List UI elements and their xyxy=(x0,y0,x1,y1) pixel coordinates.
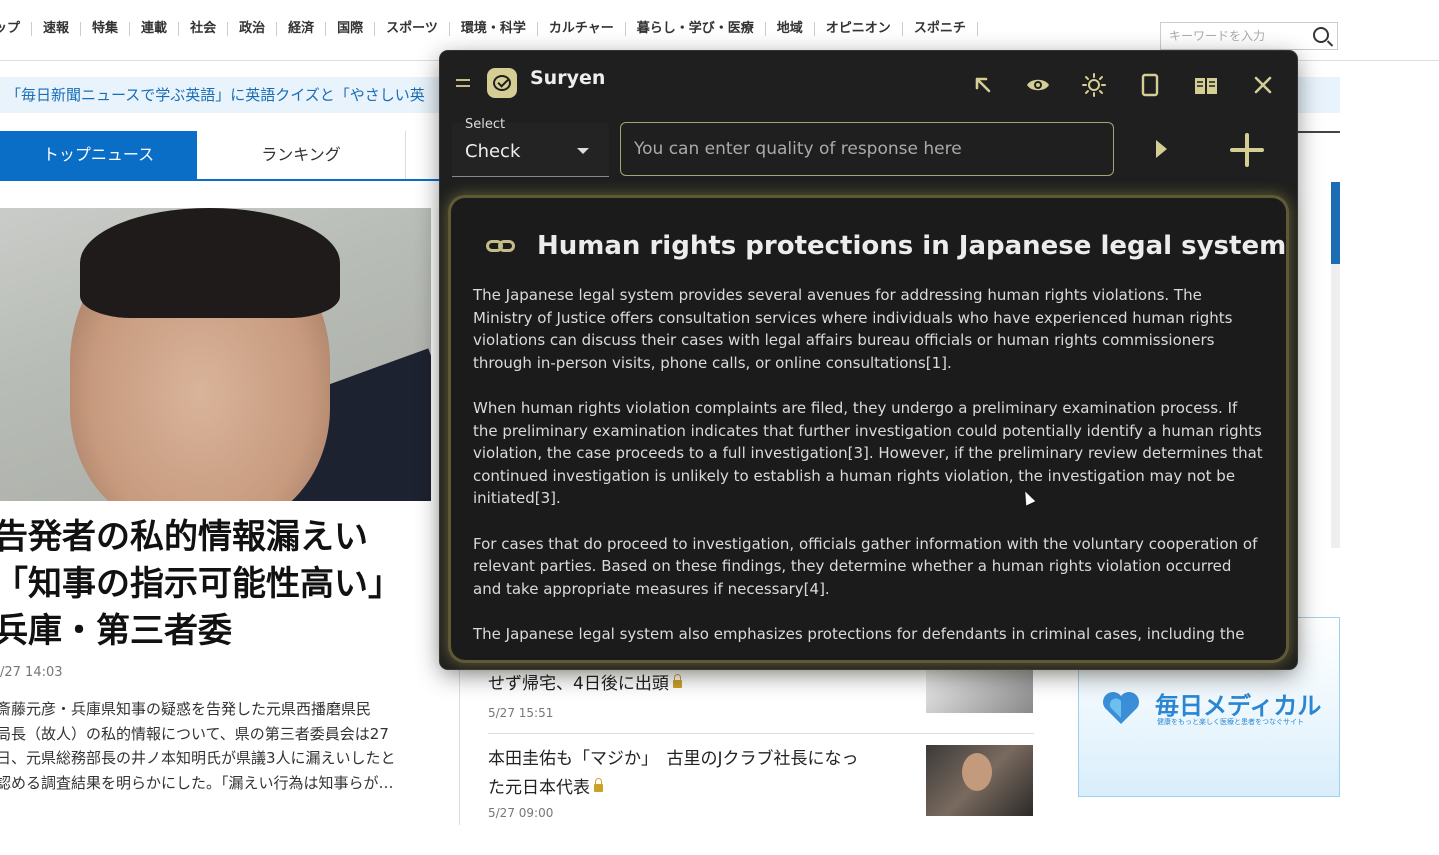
link-icon[interactable] xyxy=(486,238,516,254)
headline-timestamp: /27 14:03 xyxy=(0,665,63,680)
lock-icon xyxy=(594,778,603,792)
eye-icon[interactable] xyxy=(1026,73,1050,97)
mode-select[interactable]: Select Check xyxy=(452,117,609,177)
search-icon[interactable] xyxy=(1313,27,1329,43)
news-item-title: た元日本代表 xyxy=(488,778,590,798)
headline-lead: 斎藤元彦・兵庫県知事の疑惑を告発した元県西播磨県民 局長（故人）の私的情報につい… xyxy=(0,697,436,795)
nav-item[interactable]: 環境・科学 xyxy=(450,22,538,36)
ad-brand: 毎日メディカル xyxy=(1155,692,1322,720)
result-title: Human rights protections in Japanese leg… xyxy=(537,231,1286,261)
tab-top-news[interactable]: トップニュース xyxy=(0,131,197,179)
news-list-item[interactable]: せず帰宅、4日後に出頭 5/27 15:51 xyxy=(488,670,682,721)
heart-logo-icon xyxy=(1103,692,1139,724)
nav-item[interactable]: カルチャー xyxy=(538,22,626,36)
phone-icon[interactable] xyxy=(1138,73,1162,97)
nav-item[interactable]: 特集 xyxy=(81,22,131,36)
plus-icon[interactable] xyxy=(1230,133,1264,167)
caret-down-icon xyxy=(577,148,589,154)
lead-line: 認める調査結果を明らかにした。「漏えい行為は知事らが… xyxy=(0,773,394,792)
mode-select-label: Select xyxy=(465,117,506,132)
site-search-placeholder: キーワードを入力 xyxy=(1169,29,1266,43)
ad-tagline: 健康をもっと楽しく医療と患者をつなぐサイト xyxy=(1157,718,1304,726)
nav-item[interactable]: 暮らし・学び・医療 xyxy=(626,22,766,36)
book-icon[interactable] xyxy=(1194,73,1218,97)
headline-photo[interactable] xyxy=(0,208,431,501)
quality-input[interactable] xyxy=(620,122,1114,176)
lead-line: 日、元県総務部長の井ノ本知明氏が県議3人に漏えいしたと xyxy=(0,749,396,767)
nav-item[interactable]: 速報 xyxy=(32,22,82,36)
result-paragraph: The Japanese legal system provides sever… xyxy=(473,286,1233,372)
site-search-input[interactable]: キーワードを入力 xyxy=(1160,22,1338,50)
suryen-titlebar[interactable]: Suryen xyxy=(440,51,1297,113)
hamburger-icon[interactable] xyxy=(456,79,470,87)
news-list-item[interactable]: 本田圭佑も「マジか」 古里のJクラブ社長になっ た元日本代表 5/27 09:0… xyxy=(488,745,859,821)
nav-item[interactable]: 連載 xyxy=(130,22,180,36)
result-paragraph: When human rights violation complaints a… xyxy=(473,398,1263,508)
news-thumbnail[interactable] xyxy=(926,745,1033,816)
news-item-title: せず帰宅、4日後に出頭 xyxy=(488,674,669,694)
nav-item[interactable]: 地域 xyxy=(766,22,815,36)
lock-icon xyxy=(672,674,682,688)
tab-ranking[interactable]: ランキング xyxy=(197,131,406,179)
result-paragraph: For cases that do proceed to investigati… xyxy=(473,534,1258,598)
result-card: Human rights protections in Japanese leg… xyxy=(451,198,1286,660)
headline-line: 兵庫・第三者委 xyxy=(0,611,232,651)
nav-item[interactable]: 国際 xyxy=(326,22,376,36)
lead-line: 局長（故人）の私的情報について、県の第三者委員会は27 xyxy=(0,724,389,743)
result-paragraph: The Japanese legal system also emphasize… xyxy=(473,624,1245,643)
nav-item[interactable]: 経済 xyxy=(277,22,327,36)
news-item-time: 5/27 15:51 xyxy=(488,706,554,720)
news-item-time: 5/27 09:00 xyxy=(488,806,554,820)
nav-item[interactable]: 社会 xyxy=(179,22,229,36)
result-body: The Japanese legal system provides sever… xyxy=(473,284,1263,660)
headline[interactable]: 告発者の私的情報漏えい 「知事の指示可能性高い」 兵庫・第三者委 xyxy=(0,514,434,655)
sidebar-scrollbar-thumb[interactable] xyxy=(1331,182,1340,264)
news-thumbnail[interactable] xyxy=(926,668,1033,713)
mode-select-value: Check xyxy=(465,141,521,162)
app-name: Suryen xyxy=(530,67,606,89)
site-nav: ップ 速報 特集 連載 社会 政治 経済 国際 スポーツ 環境・科学 カルチャー… xyxy=(0,22,978,36)
nav-item[interactable]: オピニオン xyxy=(815,22,903,36)
arrow-up-left-icon[interactable] xyxy=(971,73,995,97)
suryen-panel: Suryen Select Check You can enter qualit… xyxy=(440,51,1297,669)
play-icon[interactable] xyxy=(1156,140,1167,158)
close-icon[interactable] xyxy=(1251,73,1275,97)
nav-item[interactable]: ップ xyxy=(0,22,33,36)
nav-item[interactable]: スポニチ xyxy=(903,22,978,36)
nav-item[interactable]: 政治 xyxy=(228,22,278,36)
lead-line: 斎藤元彦・兵庫県知事の疑惑を告発した元県西播磨県民 xyxy=(0,700,372,718)
news-item-title: 本田圭佑も「マジか」 古里のJクラブ社長になっ xyxy=(488,749,859,769)
divider xyxy=(488,733,1034,734)
suryen-logo-icon xyxy=(487,68,517,98)
nav-item[interactable]: スポーツ xyxy=(375,22,450,36)
news-tabs: トップニュース ランキング xyxy=(0,131,440,181)
headline-line: 「知事の指示可能性高い」 xyxy=(0,564,402,604)
headline-line: 告発者の私的情報漏えい xyxy=(0,517,368,557)
brightness-icon[interactable] xyxy=(1082,73,1106,97)
